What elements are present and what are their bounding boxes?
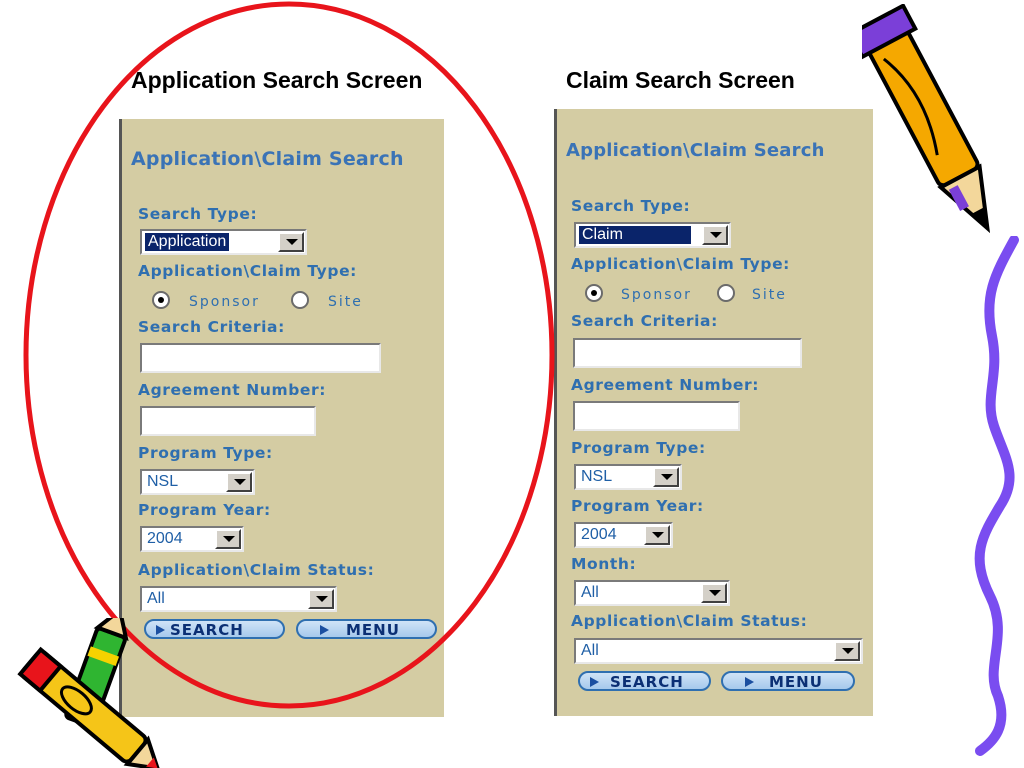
left-heading: Application Search Screen: [131, 67, 423, 93]
search-criteria-label: Search Criteria:: [138, 318, 285, 336]
month-select[interactable]: All: [574, 580, 730, 606]
search-type-value: Claim: [578, 225, 692, 245]
program-year-value: 2004: [581, 526, 617, 543]
menu-button-label: MENU: [769, 673, 823, 691]
sponsor-radio[interactable]: [152, 291, 170, 309]
play-arrow-icon: [590, 677, 599, 687]
month-value: All: [581, 584, 599, 601]
claim-status-label: Application\Claim Status:: [138, 561, 375, 579]
program-year-label: Program Year:: [571, 497, 704, 515]
search-button[interactable]: SEARCH: [578, 671, 711, 691]
agreement-number-label: Agreement Number:: [138, 381, 327, 399]
claim-status-value: All: [147, 590, 165, 607]
claim-status-select[interactable]: All: [574, 638, 863, 664]
crayons-clipart-icon: [17, 618, 160, 768]
agreement-number-input[interactable]: [573, 401, 740, 431]
search-button-label: SEARCH: [170, 621, 244, 639]
program-type-label: Program Type:: [138, 444, 273, 462]
site-radio-label: Site: [752, 287, 787, 303]
claim-status-value: All: [581, 642, 599, 659]
agreement-number-label: Agreement Number:: [571, 376, 760, 394]
chevron-down-icon[interactable]: [644, 525, 670, 545]
play-arrow-icon: [320, 625, 329, 635]
panel-title: Application\Claim Search: [566, 140, 825, 161]
menu-button[interactable]: MENU: [296, 619, 437, 639]
search-button-label: SEARCH: [610, 673, 684, 691]
site-radio[interactable]: [291, 291, 309, 309]
search-button[interactable]: SEARCH: [144, 619, 285, 639]
program-type-value: NSL: [147, 473, 179, 490]
chevron-down-icon[interactable]: [226, 472, 252, 492]
play-arrow-icon: [745, 677, 754, 687]
chevron-down-icon[interactable]: [702, 225, 728, 245]
search-criteria-label: Search Criteria:: [571, 312, 718, 330]
claim-status-label: Application\Claim Status:: [571, 612, 808, 630]
menu-button-label: MENU: [346, 621, 400, 639]
chevron-down-icon[interactable]: [653, 467, 679, 487]
agreement-number-input[interactable]: [140, 406, 316, 436]
search-criteria-input[interactable]: [573, 338, 802, 368]
search-type-select[interactable]: Application: [140, 229, 307, 255]
month-label: Month:: [571, 555, 637, 573]
program-year-value: 2004: [147, 530, 183, 547]
right-heading: Claim Search Screen: [566, 67, 795, 93]
chevron-down-icon[interactable]: [308, 589, 334, 609]
program-year-select[interactable]: 2004: [574, 522, 673, 548]
site-radio-label: Site: [328, 294, 363, 310]
pencil-clipart-icon: [862, 4, 991, 234]
program-type-select[interactable]: NSL: [574, 464, 682, 490]
chevron-down-icon[interactable]: [215, 529, 241, 549]
menu-button[interactable]: MENU: [721, 671, 855, 691]
program-type-value: NSL: [581, 468, 613, 485]
program-year-label: Program Year:: [138, 501, 271, 519]
claim-type-label: Application\Claim Type:: [138, 262, 357, 280]
program-type-select[interactable]: NSL: [140, 469, 255, 495]
search-criteria-input[interactable]: [140, 343, 381, 373]
sponsor-radio-label: Sponsor: [621, 287, 692, 303]
program-year-select[interactable]: 2004: [140, 526, 244, 552]
search-type-value: Application: [143, 232, 231, 252]
chevron-down-icon[interactable]: [701, 583, 727, 603]
chevron-down-icon[interactable]: [834, 641, 860, 661]
sponsor-radio[interactable]: [585, 284, 603, 302]
claim-type-label: Application\Claim Type:: [571, 255, 790, 273]
squiggle-line: [974, 236, 1019, 756]
site-radio[interactable]: [717, 284, 735, 302]
program-type-label: Program Type:: [571, 439, 706, 457]
panel-title: Application\Claim Search: [131, 148, 404, 170]
search-type-select[interactable]: Claim: [574, 222, 731, 248]
search-type-label: Search Type:: [571, 197, 691, 215]
search-type-label: Search Type:: [138, 205, 258, 223]
sponsor-radio-label: Sponsor: [189, 294, 260, 310]
claim-status-select[interactable]: All: [140, 586, 337, 612]
chevron-down-icon[interactable]: [278, 232, 304, 252]
